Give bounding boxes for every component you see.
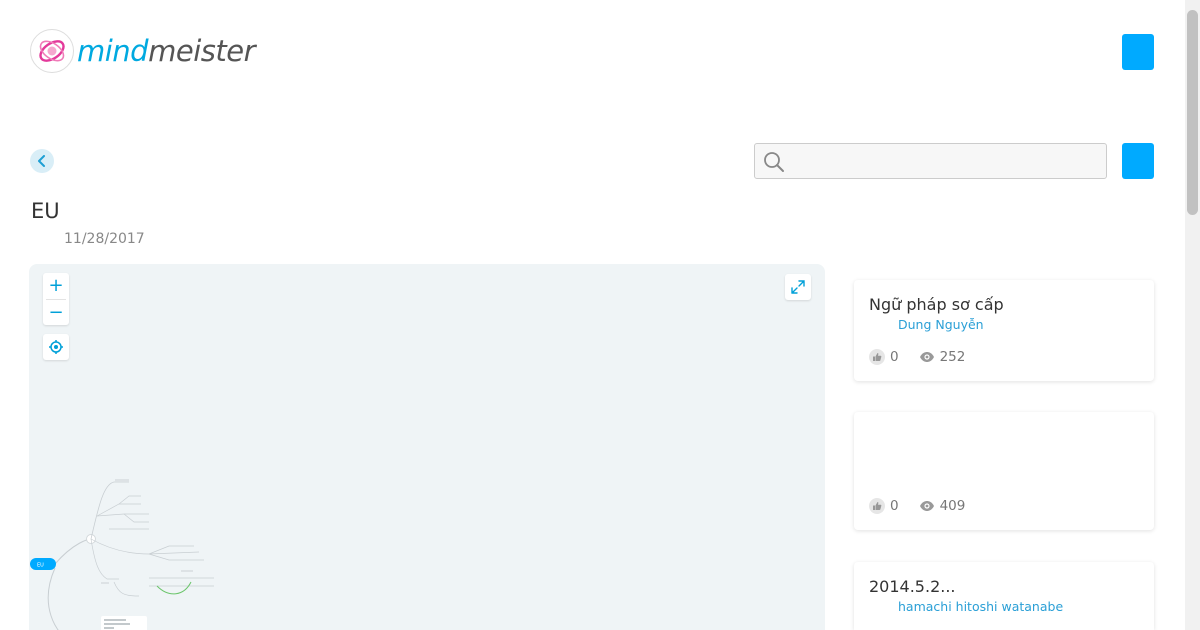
page-title: EU [31, 199, 60, 223]
mindmap-canvas[interactable]: + − EU [29, 264, 825, 630]
logo-text: mindmeister [77, 34, 256, 68]
eye-icon [919, 498, 935, 514]
views-stat: 252 [919, 349, 966, 365]
views-count: 252 [939, 349, 966, 365]
center-map-button[interactable] [43, 334, 69, 360]
root-node-label: EU [37, 563, 44, 569]
expand-icon [791, 280, 805, 294]
card-stats: 0 252 [869, 349, 965, 365]
logo-text-meister: meister [148, 34, 256, 68]
zoom-in-button[interactable]: + [43, 273, 69, 299]
card-stats: 0 409 [869, 498, 965, 514]
zoom-out-button[interactable]: − [43, 300, 69, 326]
views-stat: 409 [919, 498, 966, 514]
likes-stat: 0 [869, 349, 899, 365]
map-node[interactable] [181, 570, 193, 572]
scrollbar-thumb[interactable] [1187, 10, 1198, 215]
likes-count: 0 [890, 498, 899, 514]
related-map-card[interactable]: 0 409 [854, 412, 1154, 530]
card-title[interactable]: 2014.5.2... [869, 577, 956, 596]
card-author[interactable]: Dung Nguyễn [898, 317, 984, 332]
mindmeister-logo-icon [30, 29, 74, 73]
thumbs-up-icon [869, 349, 885, 365]
card-author[interactable]: hamachi hitoshi watanabe [898, 599, 1063, 614]
views-count: 409 [939, 498, 966, 514]
eye-icon [919, 349, 935, 365]
map-date: 11/28/2017 [64, 231, 145, 247]
related-map-card[interactable]: 2014.5.2... hamachi hitoshi watanabe [854, 562, 1154, 630]
card-title[interactable]: Ngữ pháp sơ cấp [869, 295, 1004, 314]
back-button[interactable] [30, 149, 54, 173]
related-map-card[interactable]: Ngữ pháp sơ cấp Dung Nguyễn 0 252 [854, 280, 1154, 381]
logo-text-mind: mind [77, 34, 149, 68]
menu-button[interactable] [1122, 34, 1154, 70]
header: mindmeister [0, 0, 1185, 105]
likes-stat: 0 [869, 498, 899, 514]
likes-count: 0 [890, 349, 899, 365]
target-icon [49, 340, 63, 354]
thumbs-up-icon [869, 498, 885, 514]
page-scrollbar[interactable] [1185, 0, 1200, 630]
zoom-controls: + − [43, 273, 69, 325]
mindmap-diagram: EU [30, 479, 214, 630]
search-box[interactable] [754, 143, 1107, 179]
map-node[interactable] [101, 582, 109, 584]
search-input[interactable] [789, 144, 1099, 178]
logo[interactable]: mindmeister [30, 29, 256, 73]
chevron-left-icon [38, 155, 45, 167]
search-button[interactable] [1122, 143, 1154, 179]
search-icon [764, 152, 784, 172]
map-node[interactable] [115, 479, 129, 482]
fullscreen-button[interactable] [785, 274, 811, 300]
